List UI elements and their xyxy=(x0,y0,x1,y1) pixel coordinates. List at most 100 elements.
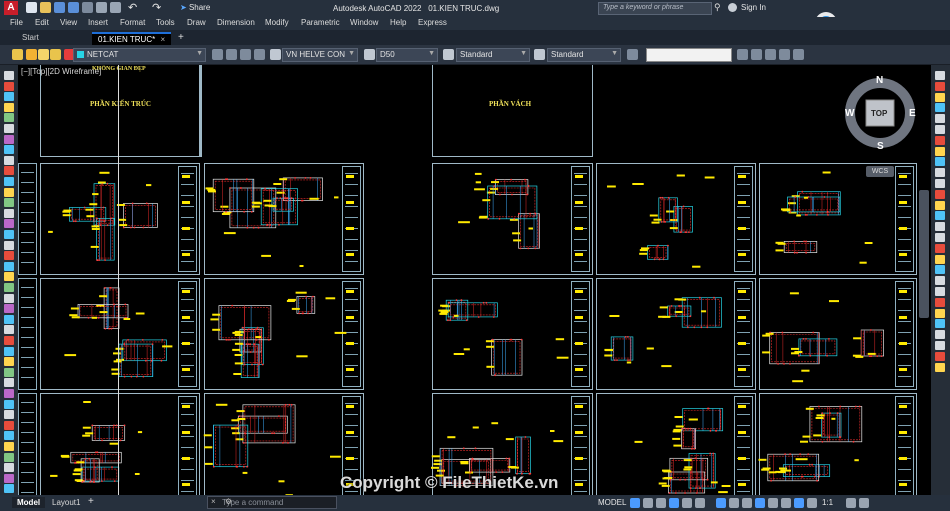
layout-tab-model[interactable]: Model xyxy=(12,497,46,508)
modify-tool-icon[interactable] xyxy=(935,103,945,113)
navigation-bar[interactable] xyxy=(919,190,929,318)
new-tab-button[interactable]: + xyxy=(172,32,190,45)
status-toggle-icon[interactable] xyxy=(781,498,791,508)
layer-freeze-icon[interactable] xyxy=(38,49,49,60)
modify-tool-icon[interactable] xyxy=(935,243,945,253)
draw-tool-icon[interactable] xyxy=(4,378,14,388)
status-toggle-icon[interactable] xyxy=(807,498,817,508)
table-style-icon[interactable] xyxy=(443,49,454,60)
modify-tool-icon[interactable] xyxy=(935,200,945,210)
save-as-icon[interactable] xyxy=(68,2,79,13)
isolate-icon[interactable] xyxy=(254,49,265,60)
modify-tool-icon[interactable] xyxy=(935,265,945,275)
properties-icon[interactable] xyxy=(779,49,790,60)
status-toggle-icon[interactable] xyxy=(729,498,739,508)
status-toggle-icon[interactable] xyxy=(669,498,679,508)
draw-tool-icon[interactable] xyxy=(4,336,14,345)
draw-tool-icon[interactable] xyxy=(4,92,14,102)
draw-tool-icon[interactable] xyxy=(4,272,14,282)
modify-tool-icon[interactable] xyxy=(935,254,945,264)
status-toggle-icon[interactable] xyxy=(716,498,726,508)
modify-tool-icon[interactable] xyxy=(935,146,945,156)
status-toggle-icon[interactable] xyxy=(630,498,640,508)
viewcube-north[interactable]: N xyxy=(876,75,883,86)
drawing-canvas[interactable]: [−][Top][2D Wireframe] KHÔNG GIAN ĐẸP PH… xyxy=(18,65,931,495)
plot-style-icon[interactable] xyxy=(765,49,776,60)
annotation-scale[interactable]: 1:1 xyxy=(822,498,833,507)
viewcube-west[interactable]: W xyxy=(845,108,854,119)
draw-tool-icon[interactable] xyxy=(4,145,14,155)
draw-tool-icon[interactable] xyxy=(4,113,14,123)
modify-tool-icon[interactable] xyxy=(935,179,945,188)
make-current-icon[interactable] xyxy=(212,49,223,60)
draw-tool-icon[interactable] xyxy=(4,314,14,324)
status-toggle-icon[interactable] xyxy=(742,498,752,508)
mleader-style-icon[interactable] xyxy=(534,49,545,60)
modify-tool-icon[interactable] xyxy=(935,211,945,221)
modify-tool-icon[interactable] xyxy=(935,319,945,329)
menu-edit[interactable]: Edit xyxy=(35,18,49,27)
draw-tool-icon[interactable] xyxy=(4,283,14,292)
color-dropdown[interactable] xyxy=(646,48,732,62)
wcs-menu[interactable]: WCS xyxy=(866,166,894,177)
draw-tool-icon[interactable] xyxy=(4,71,14,80)
modify-tool-icon[interactable] xyxy=(935,341,945,350)
command-settings-icon[interactable]: ⚙ xyxy=(225,497,232,506)
layer-dropdown[interactable]: NETCAT ▼ xyxy=(73,48,206,62)
draw-tool-icon[interactable] xyxy=(4,431,14,441)
layer-on-icon[interactable] xyxy=(26,49,37,60)
linetype-icon[interactable] xyxy=(737,49,748,60)
lineweight-icon[interactable] xyxy=(751,49,762,60)
modify-tool-icon[interactable] xyxy=(935,351,945,361)
draw-tool-icon[interactable] xyxy=(4,230,14,239)
redo-icon[interactable]: ↷ xyxy=(152,1,161,14)
menu-format[interactable]: Format xyxy=(120,18,145,27)
draw-tool-icon[interactable] xyxy=(4,452,14,462)
draw-tool-icon[interactable] xyxy=(4,240,14,250)
draw-tool-icon[interactable] xyxy=(4,261,14,271)
undo-icon[interactable]: ↶ xyxy=(128,1,137,14)
dim-style-icon[interactable] xyxy=(364,49,375,60)
draw-tool-icon[interactable] xyxy=(4,187,14,197)
viewcube-east[interactable]: E xyxy=(909,108,916,119)
draw-tool-icon[interactable] xyxy=(4,81,14,91)
model-space-toggle[interactable]: MODEL xyxy=(598,498,626,507)
modify-tool-icon[interactable] xyxy=(935,125,945,134)
modify-tool-icon[interactable] xyxy=(935,233,945,242)
status-toggle-icon[interactable] xyxy=(846,498,856,508)
menu-modify[interactable]: Modify xyxy=(265,18,289,27)
modify-tool-icon[interactable] xyxy=(935,330,945,340)
text-style-dropdown[interactable]: VN HELVE CON ▼ xyxy=(282,48,358,62)
status-toggle-icon[interactable] xyxy=(695,498,705,508)
match-layer-icon[interactable] xyxy=(226,49,237,60)
draw-tool-icon[interactable] xyxy=(4,293,14,303)
status-toggle-icon[interactable] xyxy=(656,498,666,508)
draw-tool-icon[interactable] xyxy=(4,124,14,133)
draw-tool-icon[interactable] xyxy=(4,177,14,186)
menu-window[interactable]: Window xyxy=(350,18,378,27)
draw-tool-icon[interactable] xyxy=(4,155,14,165)
menu-tools[interactable]: Tools xyxy=(156,18,175,27)
modify-tool-icon[interactable] xyxy=(935,276,945,286)
dim-style-dropdown[interactable]: D50 ▼ xyxy=(376,48,438,62)
draw-tool-icon[interactable] xyxy=(4,420,14,430)
menu-file[interactable]: File xyxy=(10,18,23,27)
search-icon[interactable]: ⚲ xyxy=(714,2,721,13)
modify-tool-icon[interactable] xyxy=(935,92,945,102)
modify-tool-icon[interactable] xyxy=(935,297,945,307)
draw-tool-icon[interactable] xyxy=(4,484,14,494)
modify-tool-icon[interactable] xyxy=(935,81,945,91)
draw-tool-icon[interactable] xyxy=(4,251,14,261)
viewcube-top-face[interactable]: TOP xyxy=(871,109,887,118)
modify-tool-icon[interactable] xyxy=(935,362,945,372)
color-control-icon[interactable] xyxy=(627,49,638,60)
status-toggle-icon[interactable] xyxy=(794,498,804,508)
status-toggle-icon[interactable] xyxy=(859,498,869,508)
status-toggle-icon[interactable] xyxy=(755,498,765,508)
menu-dimension[interactable]: Dimension xyxy=(217,18,255,27)
autocad-logo[interactable]: A xyxy=(4,1,18,15)
viewport-controls[interactable]: [−][Top][2D Wireframe] xyxy=(21,67,101,76)
layout-tab-layout1[interactable]: Layout1 xyxy=(52,498,80,507)
tab-active-drawing[interactable]: 01.KIEN TRUC* × xyxy=(92,32,172,45)
menu-draw[interactable]: Draw xyxy=(187,18,206,27)
